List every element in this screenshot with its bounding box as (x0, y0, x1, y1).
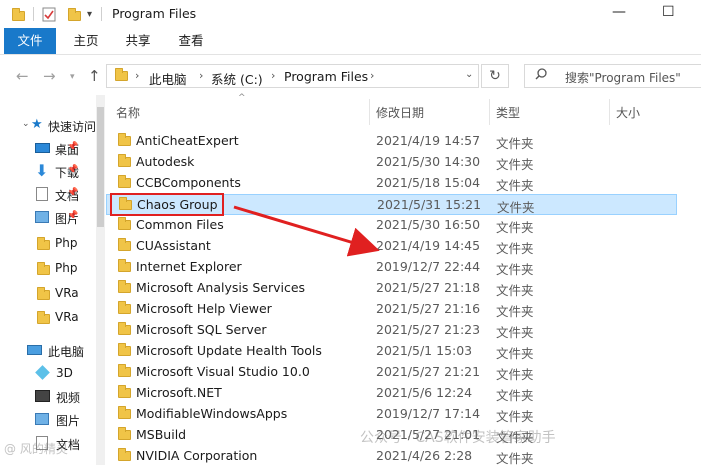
watermark: 公众号 · CAS软件安装管家助手 (360, 430, 556, 446)
annotation-arrow (233, 205, 380, 257)
watermark-corner: @ 风的精灵 (4, 442, 68, 456)
